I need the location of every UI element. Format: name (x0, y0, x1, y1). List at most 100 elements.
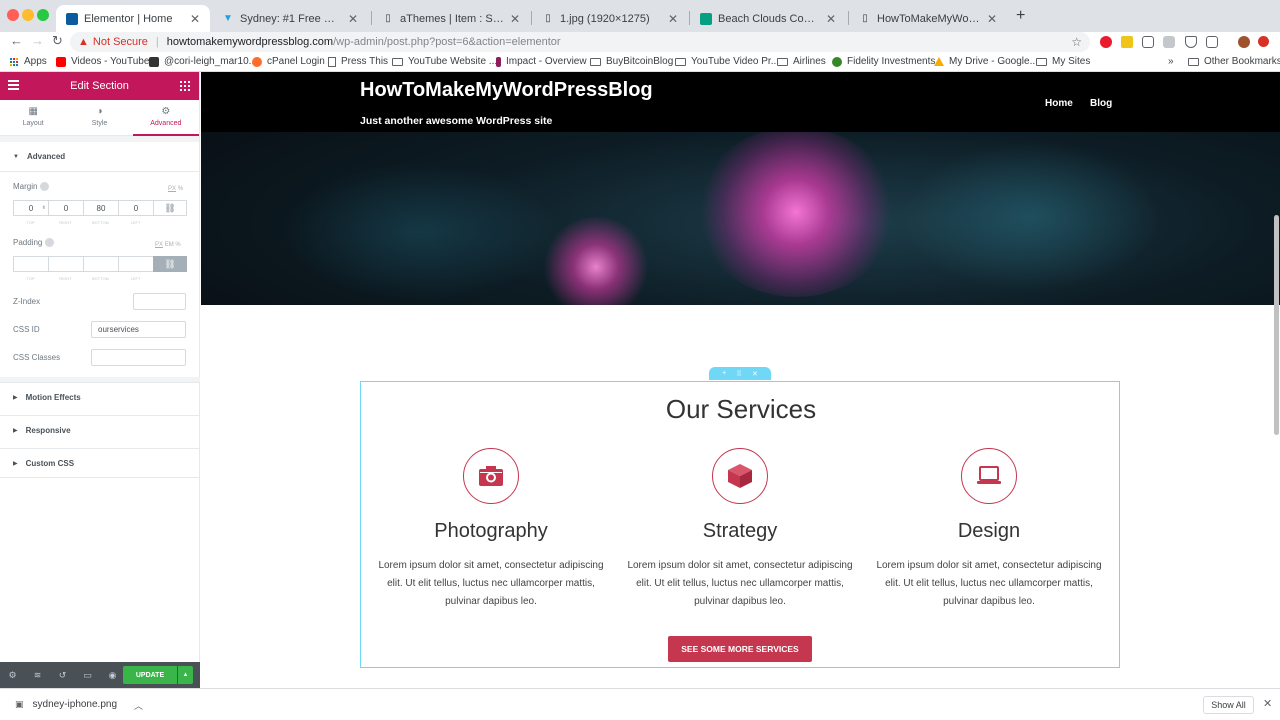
drag-handle-icon[interactable]: ⠿ (737, 370, 742, 378)
margin-units[interactable]: PX % (168, 186, 183, 192)
responsive-device-icon[interactable] (45, 238, 55, 248)
forward-arrow-icon[interactable]: → (31, 33, 44, 48)
more-bookmarks-chevron-icon[interactable]: » (1168, 56, 1174, 67)
link-values-icon[interactable]: ⛓ (153, 256, 187, 272)
extension-grey-icon[interactable] (1163, 36, 1175, 48)
margin-left-input[interactable]: 0 (118, 200, 153, 216)
extension-shield-icon[interactable] (1185, 36, 1197, 48)
unlink-values-icon[interactable]: ⛓ (153, 200, 187, 216)
show-all-button[interactable]: Show All (1203, 696, 1254, 714)
see-more-services-button[interactable]: SEE SOME MORE SERVICES (668, 636, 812, 662)
browser-tab[interactable]: ▯ aThemes | Item : Sydney ✕ (372, 5, 530, 32)
bookmark-youtube-video[interactable]: YouTube Video Pr... (675, 56, 779, 67)
service-column[interactable]: Strategy Lorem ipsum dolor sit amet, con… (620, 448, 860, 611)
padding-left-input[interactable] (118, 256, 153, 272)
bookmark-cori-leigh[interactable]: @cori-leigh_mar10... (149, 56, 257, 67)
update-button[interactable]: UPDATE (123, 666, 177, 684)
section-handle[interactable]: + ⠿ ✕ (709, 367, 771, 380)
browser-tab[interactable]: ▯ 1.jpg (1920×1275) ✕ (532, 5, 688, 32)
site-title[interactable]: HowToMakeMyWordPressBlog (360, 79, 653, 102)
bookmark-my-drive[interactable]: My Drive - Google... (934, 56, 1038, 67)
margin-bottom-input[interactable]: 80 (83, 200, 118, 216)
bookmark-airlines[interactable]: Airlines (777, 56, 826, 67)
responsive-mode-icon[interactable]: ▭ (75, 670, 100, 681)
extension-opera-icon[interactable] (1100, 36, 1112, 48)
section-motion-effects[interactable]: ▶ Motion Effects (0, 382, 200, 412)
tab-close-icon[interactable]: ✕ (668, 12, 678, 26)
add-section-icon[interactable]: + (722, 370, 726, 377)
services-title[interactable]: Our Services (361, 394, 1121, 425)
padding-top-input[interactable] (13, 256, 48, 272)
window-close-button[interactable] (7, 9, 19, 21)
bookmark-videos-youtube[interactable]: Videos - YouTube (56, 56, 149, 67)
new-tab-icon[interactable]: + (1016, 7, 1025, 25)
margin-top-input[interactable]: 0 ⬍ (13, 200, 48, 216)
site-preview: HowToMakeMyWordPressBlog Just another aw… (201, 72, 1280, 688)
bookmark-press-this[interactable]: Press This (328, 56, 388, 67)
service-column[interactable]: Design Lorem ipsum dolor sit amet, conse… (869, 448, 1109, 611)
window-maximize-button[interactable] (37, 9, 49, 21)
tab-close-icon[interactable]: ✕ (510, 12, 520, 26)
save-options-caret-icon[interactable]: ▲ (178, 666, 193, 684)
tab-close-icon[interactable]: ✕ (826, 12, 836, 26)
hero-fireworks-image: HowToMakeMyWordPressBlog Just another aw… (201, 72, 1280, 305)
hamburger-menu-icon[interactable] (8, 80, 19, 92)
nav-home[interactable]: Home (1045, 98, 1073, 109)
chevron-up-icon[interactable]: ︿ (134, 699, 143, 712)
browser-tab[interactable]: Beach Clouds Couple - Free p ✕ (690, 5, 846, 32)
extension-bolt-icon[interactable] (1121, 36, 1133, 48)
bookmark-star-icon[interactable]: ☆ (1071, 35, 1082, 49)
browser-tab[interactable]: ▯ HowToMakeMyWordPressBlog ✕ (849, 5, 1007, 32)
bookmark-fidelity[interactable]: Fidelity Investments (832, 56, 935, 67)
profile-avatar[interactable] (1238, 36, 1250, 48)
nav-blog[interactable]: Blog (1090, 98, 1112, 109)
bookmark-impact[interactable]: Impact - Overview (496, 56, 587, 67)
tab-style[interactable]: ◑ Style (66, 100, 132, 135)
delete-section-icon[interactable]: ✕ (752, 370, 758, 378)
extension-cast-icon[interactable] (1206, 36, 1218, 48)
section-custom-css[interactable]: ▶ Custom CSS (0, 448, 200, 478)
navigator-layers-icon[interactable]: ≋ (25, 670, 50, 681)
download-item[interactable]: ▣ sydney-iphone.png (15, 699, 117, 710)
cssid-label: CSS ID (13, 325, 40, 334)
settings-gear-icon[interactable]: ⚙ (0, 670, 25, 681)
close-icon[interactable]: ✕ (1263, 697, 1272, 710)
section-responsive[interactable]: ▶ Responsive (0, 415, 200, 445)
padding-bottom-input[interactable] (83, 256, 118, 272)
margin-right-input[interactable]: 0 (48, 200, 83, 216)
history-icon[interactable]: ↺ (50, 670, 75, 681)
widgets-grid-icon[interactable] (180, 81, 190, 91)
security-label[interactable]: Not Secure (93, 36, 148, 48)
bookmark-cpanel[interactable]: cPanel Login (252, 56, 325, 67)
tab-layout[interactable]: ▦ Layout (0, 100, 66, 135)
service-column[interactable]: Photography Lorem ipsum dolor sit amet, … (371, 448, 611, 611)
bookmark-apps[interactable]: Apps (10, 56, 47, 67)
stepper-icon[interactable]: ⬍ (42, 205, 46, 211)
cssid-input[interactable]: ourservices (91, 321, 186, 338)
bookmark-my-sites[interactable]: My Sites (1036, 56, 1090, 67)
preview-eye-icon[interactable]: ◉ (100, 670, 125, 681)
page-scrollbar-thumb[interactable] (1274, 215, 1279, 435)
services-section[interactable]: Our Services Photography Lorem ipsum dol… (360, 381, 1120, 668)
bookmark-youtube-website[interactable]: YouTube Website ... (392, 56, 497, 67)
bookmark-buybitcoinblog[interactable]: BuyBitcoinBlog (590, 56, 673, 67)
padding-right-input[interactable] (48, 256, 83, 272)
responsive-device-icon[interactable] (40, 182, 50, 192)
padding-units[interactable]: PX EM % (155, 242, 181, 248)
section-advanced-header[interactable]: ▼ Advanced (0, 142, 199, 172)
tab-close-icon[interactable]: ✕ (987, 12, 997, 26)
bookmark-other[interactable]: Other Bookmarks (1188, 56, 1280, 67)
reload-icon[interactable]: ↻ (52, 33, 63, 49)
address-bar[interactable]: ▲ Not Secure | howtomakemywordpressblog.… (70, 32, 1090, 52)
back-arrow-icon[interactable]: ← (10, 33, 23, 48)
zindex-input[interactable] (133, 293, 186, 310)
browser-tab[interactable]: Elementor | Home ✕ (56, 5, 210, 32)
browser-menu-icon[interactable] (1258, 35, 1269, 50)
tab-advanced[interactable]: ⚙ Advanced (132, 100, 200, 136)
window-minimize-button[interactable] (22, 9, 34, 21)
cssclasses-input[interactable] (91, 349, 186, 366)
browser-tab[interactable]: ▼ Sydney: #1 Free WordPress Bu ✕ (212, 5, 368, 32)
tab-close-icon[interactable]: ✕ (348, 12, 358, 26)
tab-close-icon[interactable]: ✕ (190, 12, 200, 26)
extension-capture-icon[interactable] (1142, 36, 1154, 48)
